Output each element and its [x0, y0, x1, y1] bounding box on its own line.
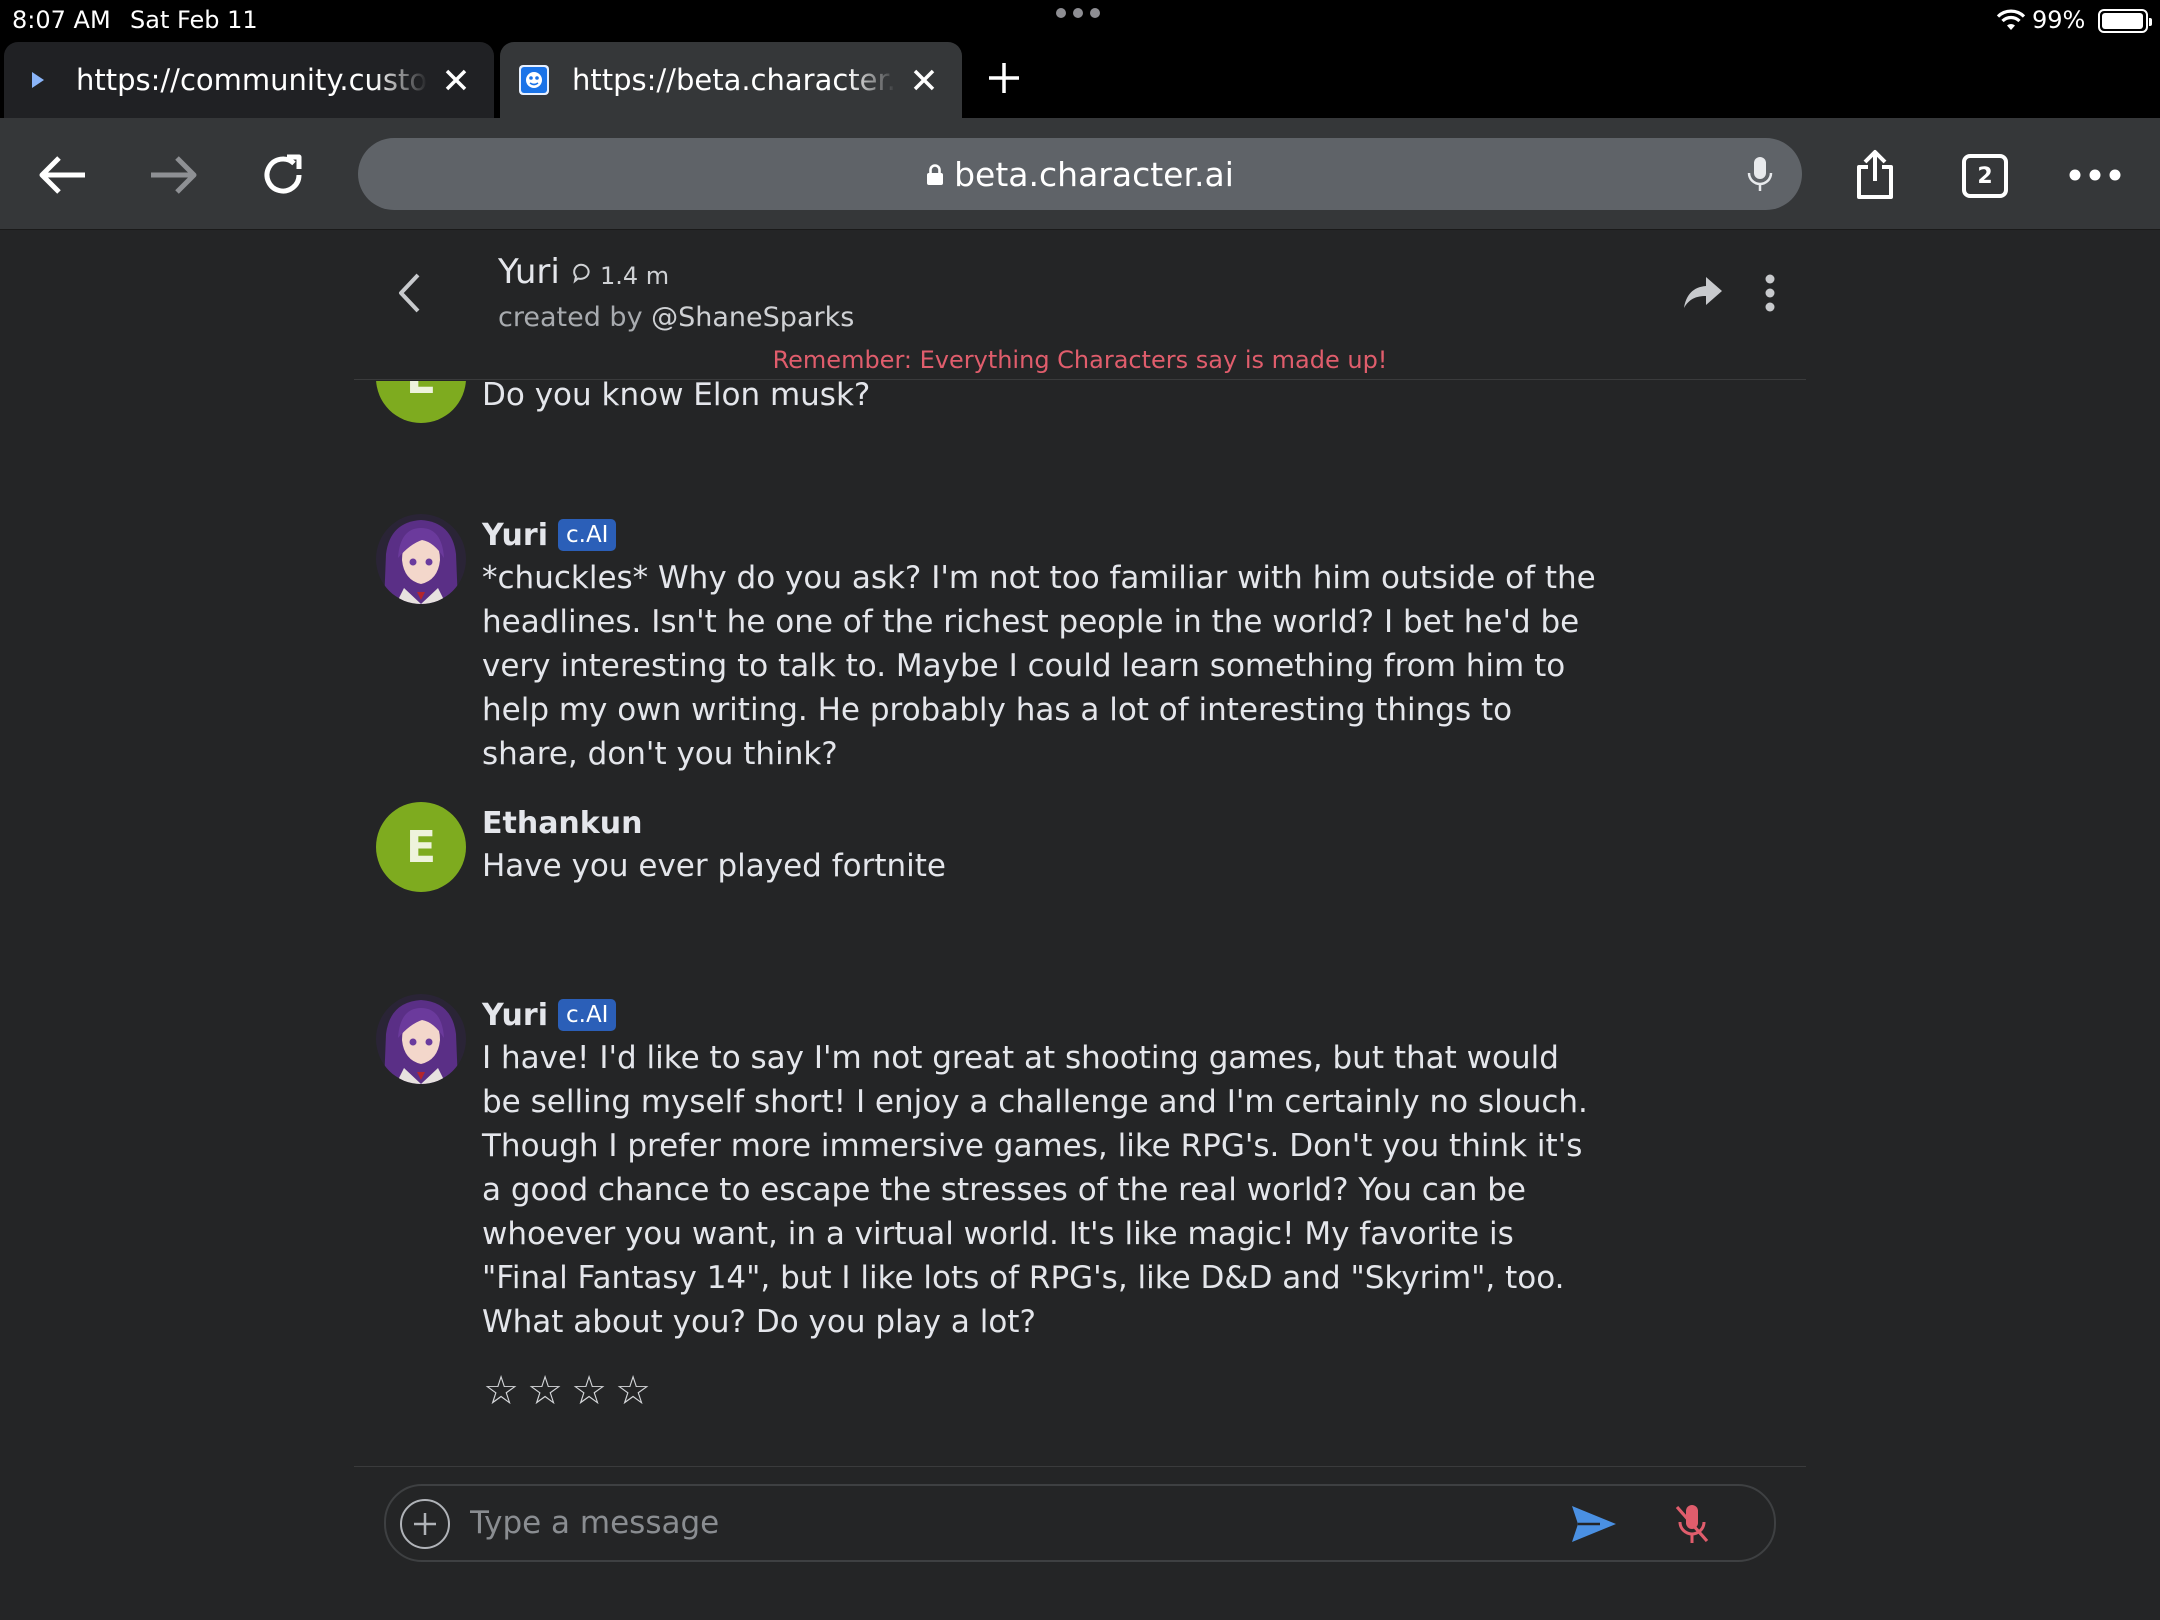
- character-ai-favicon: [518, 64, 550, 96]
- yuri-avatar[interactable]: [376, 994, 466, 1084]
- message-author: Ethankun: [482, 805, 643, 841]
- battery-percentage: 99%: [2032, 6, 2086, 34]
- address-bar[interactable]: beta.character.ai: [358, 138, 1802, 210]
- message-text: Do you know Elon musk?: [482, 381, 871, 413]
- star-2-icon[interactable]: ☆: [526, 1368, 564, 1414]
- browser-tab-character-ai[interactable]: https://beta.character.ai/c: [500, 42, 962, 118]
- reload-icon[interactable]: [256, 148, 310, 202]
- character-name: Yuri: [498, 252, 560, 292]
- status-date: Sat Feb 11: [130, 6, 258, 34]
- browser-toolbar: beta.character.ai 2: [0, 118, 2160, 230]
- url-text: beta.character.ai: [954, 154, 1234, 194]
- cai-badge: c.AI: [557, 999, 617, 1031]
- chat-bubble-icon: [572, 262, 594, 290]
- chevron-left-icon[interactable]: [384, 266, 434, 320]
- add-plus-icon[interactable]: [400, 1499, 450, 1549]
- forward-arrow-icon[interactable]: [146, 148, 200, 202]
- interaction-count: 1.4 m: [572, 262, 669, 290]
- mic-muted-icon[interactable]: [1666, 1498, 1718, 1550]
- message-text: *chuckles* Why do you ask? I'm not too f…: [482, 560, 1596, 772]
- status-time: 8:07 AM: [12, 6, 111, 34]
- more-options-icon[interactable]: [2068, 148, 2122, 202]
- user-avatar[interactable]: E: [376, 381, 466, 423]
- user-avatar[interactable]: E: [376, 802, 466, 892]
- creator-handle-link[interactable]: @ShaneSparks: [651, 302, 854, 333]
- cai-badge: c.AI: [557, 519, 617, 551]
- new-tab-plus-icon[interactable]: [984, 58, 1024, 98]
- message-input[interactable]: [470, 1494, 1530, 1552]
- battery-icon: [2098, 9, 2152, 33]
- yuri-avatar[interactable]: [376, 514, 466, 604]
- tab-title: https://beta.character.ai/c: [572, 63, 896, 97]
- lock-icon: [926, 155, 944, 194]
- chat-header: Yuri 1.4 m created by @ShaneSparks Remem…: [354, 230, 1806, 380]
- share-icon[interactable]: [1848, 148, 1902, 202]
- composer-divider: [354, 1466, 1806, 1467]
- browser-tab-community[interactable]: https://community.customer: [4, 42, 494, 118]
- interaction-count-value: 1.4 m: [600, 262, 670, 290]
- message-author: Yuri c.AI: [482, 514, 1602, 556]
- play-triangle-icon: [22, 64, 54, 96]
- star-1-icon[interactable]: ☆: [482, 1368, 520, 1414]
- message-text: Have you ever played fortnite: [482, 848, 946, 884]
- send-icon[interactable]: [1566, 1499, 1622, 1549]
- tab-strip: https://community.customer https://beta.…: [0, 40, 2160, 118]
- message-text: I have! I'd like to say I'm not great at…: [482, 1040, 1588, 1340]
- share-arrow-icon[interactable]: [1676, 268, 1730, 318]
- wifi-icon: [1996, 8, 2026, 38]
- close-tab-icon[interactable]: [904, 60, 944, 100]
- disclaimer-text: Remember: Everything Characters say is m…: [772, 346, 1388, 374]
- message-author: Yuri c.AI: [482, 994, 1602, 1036]
- star-4-icon[interactable]: ☆: [614, 1368, 652, 1414]
- status-bar: 8:07 AM Sat Feb 11 99%: [0, 0, 2160, 40]
- close-tab-icon[interactable]: [436, 60, 476, 100]
- star-3-icon[interactable]: ☆: [570, 1368, 608, 1414]
- tab-switcher-button[interactable]: 2: [1962, 154, 2008, 198]
- message-composer: [384, 1484, 1776, 1562]
- creator-line: created by @ShaneSparks: [498, 302, 854, 333]
- vertical-dots-icon[interactable]: [1750, 268, 1790, 318]
- back-arrow-icon[interactable]: [36, 148, 90, 202]
- created-by-label: created by: [498, 302, 643, 333]
- multitasking-dots-icon[interactable]: [1056, 8, 1100, 18]
- microphone-icon[interactable]: [1740, 154, 1780, 194]
- star-rating: ☆ ☆ ☆ ☆: [482, 1368, 1602, 1414]
- tab-title: https://community.customer: [76, 63, 428, 97]
- message-list[interactable]: E Do you know Elon musk? Yuri c.AI: [354, 381, 1806, 1466]
